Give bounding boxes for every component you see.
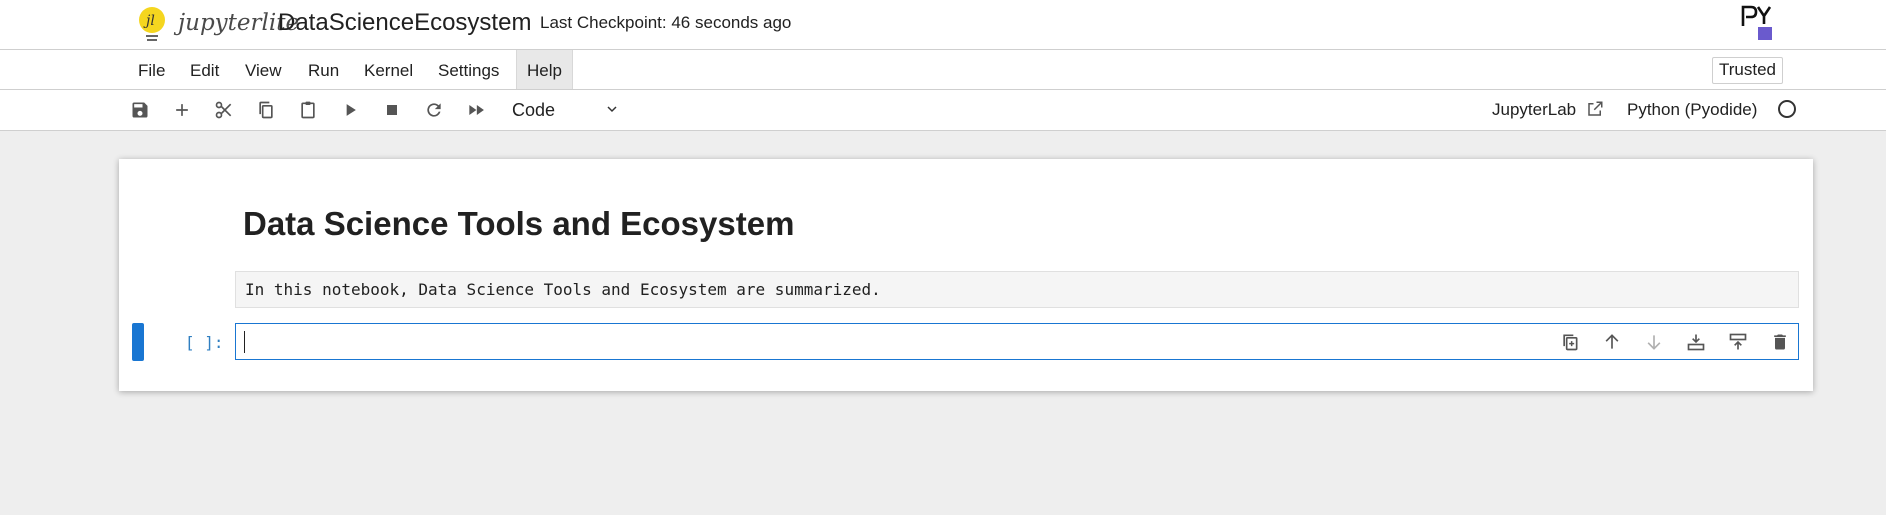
insert-cell-above-button[interactable] [1726,330,1750,354]
menu-run[interactable]: Run [298,50,349,89]
checkpoint-status: Last Checkpoint: 46 seconds ago [540,13,792,32]
notebook-title[interactable]: DataScienceEcosystem [278,9,531,37]
delete-icon [1774,334,1786,350]
fast-forward-icon [469,105,484,115]
menu-edit[interactable]: Edit [180,50,229,89]
input-prompt: [ ]: [185,333,224,352]
jupyterlite-logo[interactable]: jl jupyterlite [138,3,299,43]
cell-type-value: Code [512,100,556,120]
paste-button[interactable] [296,98,320,122]
paste-icon [301,101,315,119]
cell-toolbar [1540,330,1792,354]
cut-icon [215,101,232,119]
menu-bar: File Edit View Run Kernel Settings Help … [0,50,1886,90]
menu-help[interactable]: Help [516,50,573,89]
move-down-icon [1647,335,1661,350]
save-icon [132,102,148,118]
copy-icon [259,101,273,119]
run-icon [346,104,356,116]
stop-button[interactable] [380,98,404,122]
add-cell-button[interactable] [170,98,194,122]
duplicate-icon [1563,334,1578,351]
restart-run-all-button[interactable] [464,98,488,122]
menu-kernel[interactable]: Kernel [354,50,423,89]
save-button[interactable] [128,98,152,122]
insert-below-icon [1687,334,1705,351]
cut-button[interactable] [212,98,236,122]
move-up-icon [1605,334,1619,349]
move-cell-down-button[interactable] [1642,330,1666,354]
duplicate-cell-button[interactable] [1558,330,1582,354]
run-button[interactable] [338,98,362,122]
kernel-status-icon [1778,100,1796,118]
menu-settings[interactable]: Settings [428,50,509,89]
notebook-toolbar: Code JupyterLab Python (Pyodide) [0,90,1886,131]
insert-above-icon [1729,333,1747,350]
trusted-indicator[interactable]: Trusted [1712,57,1784,84]
stop-icon [387,105,397,115]
intro-text: In this notebook, Data Science Tools and… [245,280,881,299]
top-bar: jl jupyterlite DataScienceEcosystem Last… [0,0,1886,50]
jupyterlite-logo-icon: jl [139,7,165,41]
cell-type-select[interactable]: Code [504,97,626,123]
chevron-down-icon [607,106,617,113]
restart-icon [427,103,441,117]
menu-view[interactable]: View [235,50,292,89]
menu-file[interactable]: File [128,50,175,89]
text-cursor [244,331,245,353]
add-icon [176,104,188,116]
code-cell-editor[interactable] [235,323,1799,360]
jupyterlab-link[interactable]: JupyterLab [1492,100,1576,120]
markdown-heading[interactable]: Data Science Tools and Ecosystem [243,205,794,243]
markdown-cell-intro[interactable]: In this notebook, Data Science Tools and… [235,271,1799,308]
restart-button[interactable] [422,98,446,122]
cell-collapser[interactable] [132,323,144,361]
delete-cell-button[interactable] [1768,330,1792,354]
kernel-name[interactable]: Python (Pyodide) [1627,100,1757,120]
notebook-panel: Data Science Tools and Ecosystem In this… [119,159,1813,391]
copy-button[interactable] [254,98,278,122]
external-link-icon[interactable] [1586,100,1604,118]
insert-cell-below-button[interactable] [1684,330,1708,354]
pyodide-logo-icon [1741,5,1772,40]
move-cell-up-button[interactable] [1600,330,1624,354]
